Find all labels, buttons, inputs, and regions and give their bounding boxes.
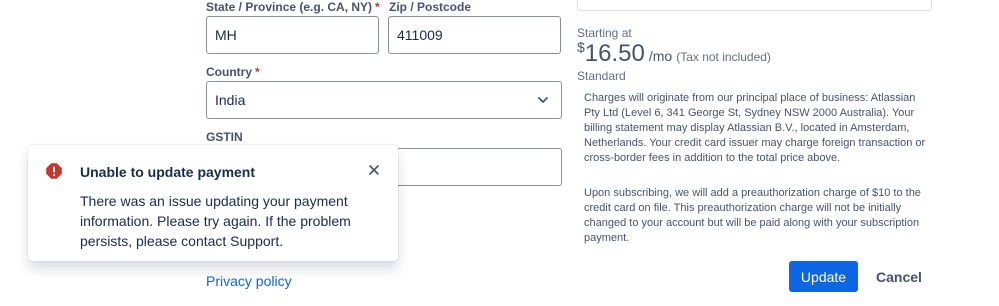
gstin-label: GSTIN [206, 130, 243, 144]
preauth-note: Upon subscribing, we will add a preautho… [584, 187, 921, 244]
state-label: State / Province (e.g. CA, NY) * [206, 0, 380, 14]
pricing-card-top [577, 0, 932, 11]
zip-input[interactable]: 411009 [388, 16, 561, 54]
tax-note: (Tax not included) [676, 50, 771, 64]
price-currency: $ [577, 39, 585, 55]
plan-name: Standard [577, 69, 626, 83]
chevron-down-icon [538, 97, 548, 103]
close-icon[interactable] [366, 162, 382, 178]
price-unit: /mo [648, 48, 673, 64]
country-label: Country * [206, 65, 260, 79]
privacy-policy-link[interactable]: Privacy policy [206, 273, 292, 289]
cancel-button[interactable]: Cancel [866, 261, 932, 292]
state-input[interactable]: MH [206, 16, 379, 54]
price: $ 16.50 /mo (Tax not included) [577, 39, 771, 68]
update-button[interactable]: Update [789, 261, 858, 292]
starting-at-label: Starting at [577, 26, 632, 40]
error-icon [46, 163, 62, 179]
charges-note: Charges will originate from our principa… [584, 92, 926, 164]
country-value: India [215, 92, 246, 108]
error-flag: Unable to update payment There was an is… [28, 145, 398, 261]
flag-message: There was an issue updating your payment… [80, 193, 351, 249]
flag-title: Unable to update payment [80, 164, 256, 180]
price-amount: 16.50 [584, 40, 645, 67]
zip-label: Zip / Postcode [389, 0, 472, 14]
country-select[interactable]: India [206, 81, 562, 119]
